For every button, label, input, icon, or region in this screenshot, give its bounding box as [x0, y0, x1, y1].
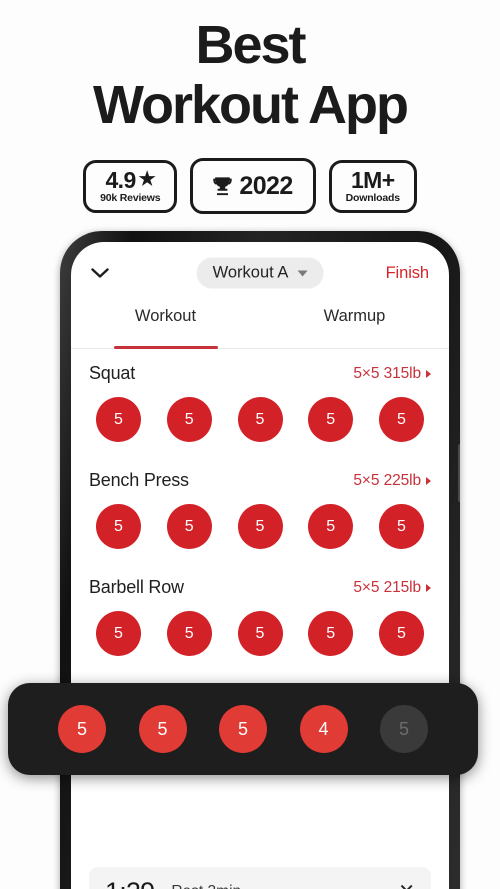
exercise-row: Squat 5×5 315lb 5 5 5 5 5	[71, 349, 449, 456]
badge-award: 2022	[190, 158, 316, 215]
set-dot[interactable]: 5	[379, 504, 424, 549]
caret-down-icon	[297, 270, 308, 276]
overlay-set-dot[interactable]: 4	[299, 705, 348, 753]
rest-timer-bar: 1:29 Rest 3min. ✕	[89, 867, 431, 889]
set-dot[interactable]: 5	[237, 611, 283, 656]
set-dot[interactable]: 5	[379, 397, 424, 442]
set-dot[interactable]: 5	[237, 397, 283, 442]
exercise-name: Bench Press	[89, 470, 189, 490]
badge-rating-main: 4.9 ★	[105, 166, 156, 193]
set-dot[interactable]: 5	[166, 611, 212, 656]
set-dot[interactable]: 5	[308, 397, 354, 442]
set-dot-row: 5 5 5 5 5	[89, 384, 431, 456]
phone-mockup: Workout A Finish Workout Warmup Squat 5×…	[60, 231, 460, 889]
tab-warmup-label: Warmup	[323, 307, 386, 325]
chevron-right-icon	[426, 476, 431, 485]
rest-timer-label: Rest 3min.	[171, 883, 245, 889]
tab-workout[interactable]: Workout	[71, 304, 260, 349]
tab-active-underline	[113, 346, 218, 349]
workout-selector[interactable]: Workout A	[196, 257, 324, 289]
tab-warmup[interactable]: Warmup	[260, 304, 449, 348]
set-tracker-overlay: 5 5 5 4 5	[8, 683, 478, 775]
overlay-set-dot[interactable]: 5	[138, 705, 187, 753]
hero-line-2: Workout App	[93, 75, 409, 135]
tab-workout-label: Workout	[134, 307, 197, 325]
set-dot[interactable]: 5	[166, 397, 212, 442]
tab-bar: Workout Warmup	[71, 304, 449, 349]
exercise-target-label: 5×5 315lb	[353, 364, 421, 382]
set-dot-row: 5 5 5 5 5	[89, 598, 431, 670]
exercise-target-label: 5×5 215lb	[353, 578, 421, 596]
badge-downloads: 1M+ Downloads	[328, 159, 417, 213]
set-dot[interactable]: 5	[96, 397, 141, 442]
exercise-target[interactable]: 5×5 315lb	[353, 365, 431, 383]
exercise-row: Bench Press 5×5 225lb 5 5 5 5 5	[71, 456, 449, 563]
overlay-set-dot[interactable]: 5	[58, 705, 106, 753]
workout-selector-label: Workout A	[212, 263, 289, 282]
overlay-set-dot-pending[interactable]: 5	[380, 705, 428, 753]
chevron-right-icon	[426, 369, 431, 378]
set-dot[interactable]: 5	[96, 611, 141, 656]
set-dot[interactable]: 5	[308, 504, 354, 549]
exercise-name: Barbell Row	[89, 577, 184, 597]
trophy-icon	[213, 176, 233, 196]
badge-rating: 4.9 ★ 90k Reviews	[83, 159, 178, 213]
exercise-header: Bench Press 5×5 225lb	[89, 470, 431, 491]
set-dot[interactable]: 5	[237, 504, 283, 549]
set-dot[interactable]: 5	[308, 611, 354, 656]
exercise-header: Squat 5×5 315lb	[89, 363, 431, 384]
exercise-header: Barbell Row 5×5 215lb	[89, 577, 431, 598]
set-dot[interactable]: 5	[166, 504, 212, 549]
badge-award-year: 2022	[239, 172, 293, 200]
set-dot-row: 5 5 5 5 5	[89, 491, 431, 563]
exercise-target[interactable]: 5×5 215lb	[353, 579, 431, 597]
overlay-set-dot[interactable]: 5	[219, 705, 267, 753]
phone-power-button[interactable]	[458, 444, 460, 502]
badge-rating-sub: 90k Reviews	[100, 191, 161, 204]
chevron-down-icon[interactable]	[87, 260, 113, 286]
promo-screenshot: Best Workout App 4.9 ★ 90k Reviews 2022 …	[0, 0, 500, 889]
badge-row: 4.9 ★ 90k Reviews 2022 1M+ Downloads	[0, 158, 500, 215]
rest-timer-countdown: 1:29	[105, 877, 155, 889]
badge-downloads-main: 1M+	[350, 166, 395, 193]
star-icon: ★	[138, 169, 156, 191]
exercise-list: Squat 5×5 315lb 5 5 5 5 5 Bench Press 5×…	[71, 349, 449, 670]
finish-button[interactable]: Finish	[386, 264, 430, 283]
exercise-target[interactable]: 5×5 225lb	[353, 472, 431, 490]
app-header: Workout A Finish	[71, 242, 449, 304]
badge-downloads-sub: Downloads	[345, 191, 400, 204]
hero-line-1: Best	[195, 15, 306, 75]
exercise-target-label: 5×5 225lb	[353, 471, 421, 489]
set-dot[interactable]: 5	[379, 611, 424, 656]
close-icon[interactable]: ✕	[398, 882, 415, 889]
app-screen: Workout A Finish Workout Warmup Squat 5×…	[71, 242, 449, 889]
badge-rating-value: 4.9	[105, 166, 136, 193]
badge-downloads-value: 1M+	[350, 166, 395, 193]
exercise-name: Squat	[89, 363, 136, 383]
exercise-row: Barbell Row 5×5 215lb 5 5 5 5 5	[71, 563, 449, 670]
hero-heading: Best Workout App	[0, 18, 500, 132]
chevron-right-icon	[426, 583, 431, 592]
badge-award-main: 2022	[213, 172, 293, 200]
set-dot[interactable]: 5	[96, 504, 141, 549]
